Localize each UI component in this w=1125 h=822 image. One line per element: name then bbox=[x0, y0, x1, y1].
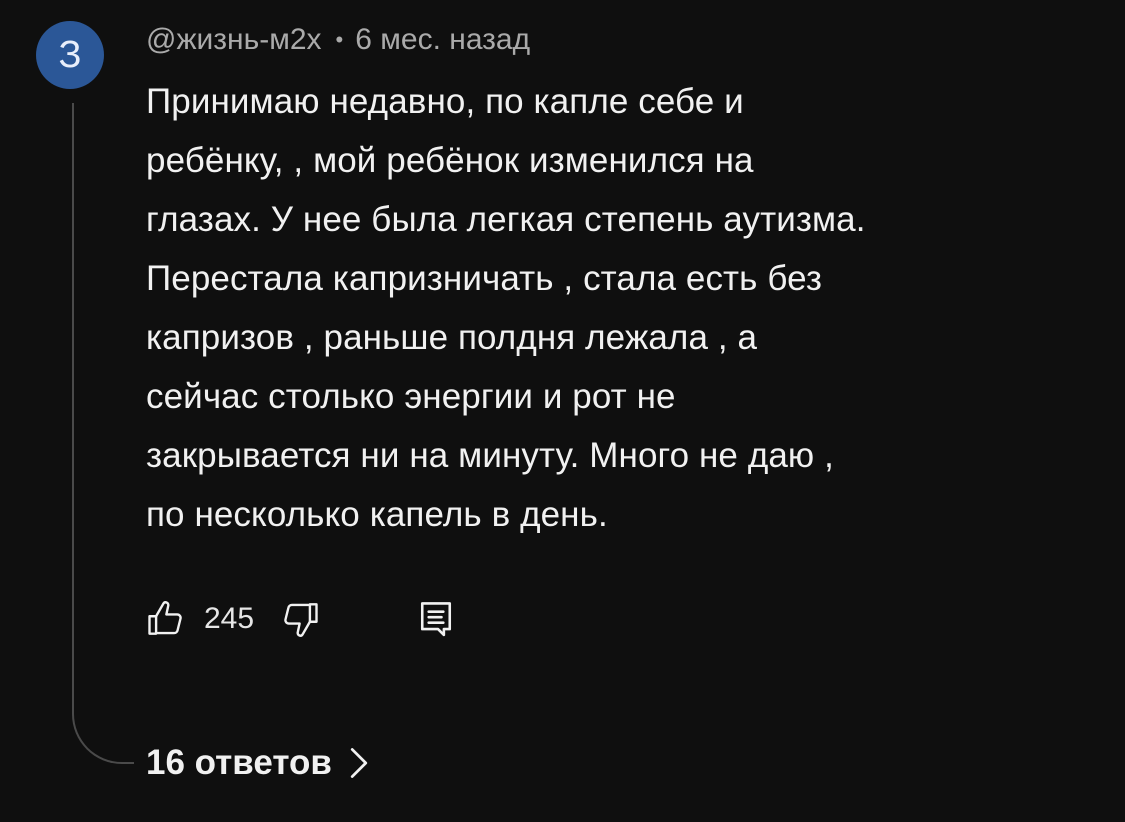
timestamp: 6 мес. назад bbox=[355, 23, 531, 56]
comment-actions: 245 bbox=[142, 593, 460, 645]
comment-header: @жизнь-м2х • 6 мес. назад bbox=[146, 20, 530, 60]
avatar-letter: З bbox=[58, 33, 82, 76]
comment-thread: З @жизнь-м2х • 6 мес. назад Принимаю нед… bbox=[0, 0, 1125, 822]
thumbs-down-icon bbox=[284, 603, 318, 637]
replies-count-label: 16 ответов bbox=[146, 743, 332, 782]
separator-dot: • bbox=[335, 27, 344, 52]
thumbs-up-icon bbox=[148, 601, 182, 635]
comment-body: Принимаю недавно, по капле себе и ребёнк… bbox=[146, 72, 1066, 544]
comment-body-line: глазах. У нее была легкая степень аутизм… bbox=[146, 200, 866, 239]
comment-body-line: закрывается ни на минуту. Много не даю , bbox=[146, 436, 834, 475]
comment-body-line: ребёнку, , мой ребёнок изменился на bbox=[146, 141, 754, 180]
reply-button[interactable] bbox=[412, 595, 460, 643]
avatar[interactable]: З bbox=[36, 21, 104, 89]
comment-body-line: Перестала капризничать , стала есть без bbox=[146, 259, 823, 298]
thread-connector-line bbox=[72, 103, 134, 764]
comment-body-line: капризов , раньше полдня лежала , а bbox=[146, 318, 758, 357]
comment-body-line: сейчас столько энергии и рот не bbox=[146, 377, 676, 416]
comment-reply-icon bbox=[421, 602, 452, 637]
like-count: 245 bbox=[204, 602, 255, 635]
author-handle[interactable]: @жизнь-м2х bbox=[146, 23, 322, 57]
chevron-right-icon bbox=[348, 746, 370, 780]
comment-body-line: Принимаю недавно, по капле себе и bbox=[146, 82, 744, 121]
dislike-button[interactable] bbox=[276, 595, 324, 643]
comment-body-line: по несколько капель в день. bbox=[146, 495, 608, 534]
like-button[interactable] bbox=[142, 595, 190, 643]
replies-toggle-button[interactable]: 16 ответов bbox=[146, 738, 370, 788]
